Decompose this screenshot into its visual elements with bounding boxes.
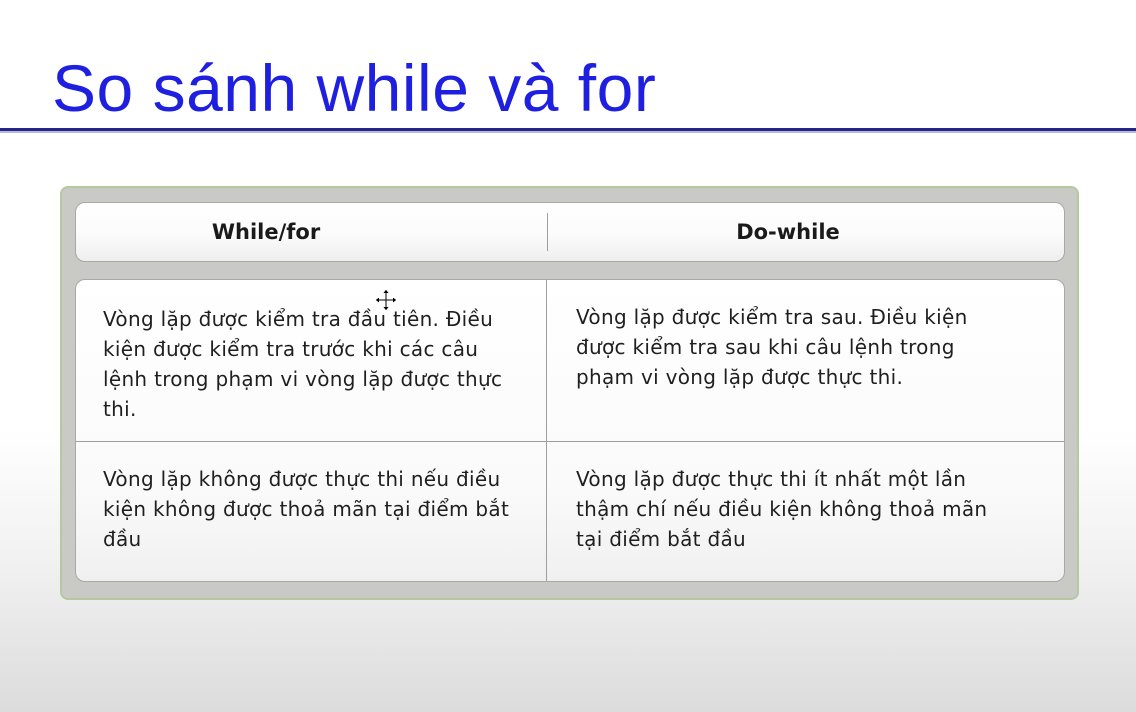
- row-divider: [76, 441, 1064, 442]
- move-cursor-icon: [374, 288, 398, 312]
- title-underline-shadow: [0, 131, 1136, 133]
- header-while-for: While/for: [211, 220, 321, 244]
- table-body: Vòng lặp được kiểm tra đầu tiên. Điều ki…: [75, 279, 1065, 582]
- row2-do-while-cell: Vòng lặp được thực thi ít nhất một lần t…: [576, 467, 988, 551]
- row2-while-for-cell: Vòng lặp không được thực thi nếu điều ki…: [103, 467, 510, 551]
- slide-title: So sánh while và for: [52, 51, 657, 125]
- column-divider: [546, 280, 547, 581]
- table-header: While/for Do-while: [75, 202, 1065, 262]
- header-do-while: Do-while: [736, 220, 840, 244]
- comparison-table: While/for Do-while Vòng lặp được kiểm tr…: [60, 186, 1079, 600]
- row1-do-while-cell: Vòng lặp được kiểm tra sau. Điều kiện đư…: [576, 305, 968, 389]
- row1-while-for-cell: Vòng lặp được kiểm tra đầu tiên. Điều ki…: [103, 307, 503, 421]
